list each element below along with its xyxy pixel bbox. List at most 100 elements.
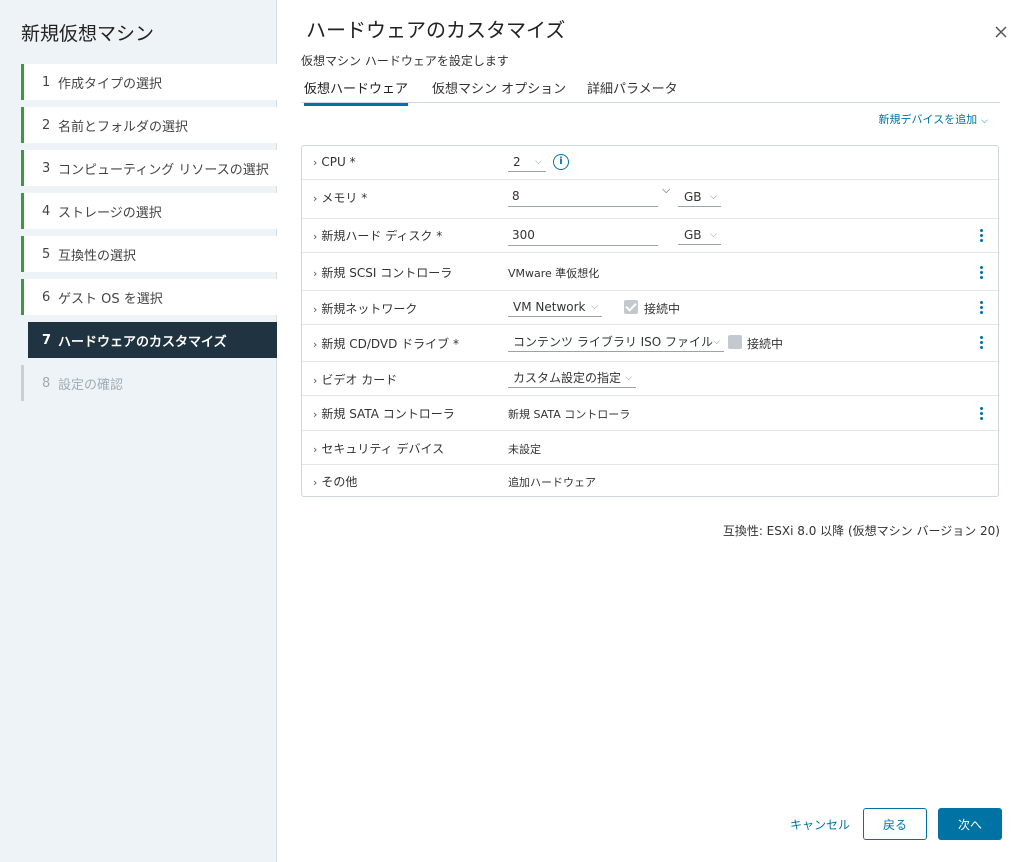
network-connected-label: 接続中 [644, 302, 681, 316]
cpu-select[interactable]: 2 ⌵ [508, 152, 546, 172]
disk-unit: GB [684, 228, 702, 242]
memory-unit: GB [684, 190, 702, 204]
network-select[interactable]: VM Network ⌵ [508, 297, 602, 317]
hw-row-cddvd: › 新規 CD/DVD ドライブ * コンテンツ ライブラリ ISO ファイル ⌵ … [302, 325, 998, 362]
scsi-value: VMware 準仮想化 [508, 267, 600, 280]
chevron-right-icon: › [313, 303, 318, 316]
step-6[interactable]: 6 ゲスト OS を選択 [21, 279, 277, 315]
more-actions-icon[interactable] [980, 301, 984, 316]
hardware-list: › CPU * 2 ⌵ i › メモリ * 8 ⌵ GB ⌵ › 新規ハード ディスク *… [301, 145, 999, 497]
chevron-right-icon: › [313, 192, 318, 205]
chevron-right-icon: › [313, 476, 318, 489]
info-icon[interactable]: i [553, 154, 569, 170]
hw-label: セキュリティ デバイス [321, 442, 445, 456]
step-number: 1 [42, 74, 51, 90]
disk-size-input[interactable]: 300 [508, 224, 658, 246]
memory-unit-select[interactable]: GB ⌵ [678, 187, 721, 207]
step-label: 作成タイプの選択 [58, 76, 163, 92]
wizard-steps: 1 作成タイプの選択 2 名前とフォルダの選択 3 コンピューティング リソースの選択… [21, 64, 277, 408]
step-5[interactable]: 5 互換性の選択 [21, 236, 277, 272]
other-value: 追加ハードウェア [508, 476, 596, 489]
step-label: 互換性の選択 [58, 248, 137, 264]
chevron-right-icon: › [313, 443, 318, 456]
chevron-down-icon: ⌵ [710, 192, 717, 202]
step-number: 7 [42, 332, 52, 348]
step-3[interactable]: 3 コンピューティング リソースの選択 [21, 150, 277, 186]
hw-row-toggle[interactable]: › 新規ネットワーク [313, 300, 417, 317]
wizard-title: 新規仮想マシン [21, 23, 155, 45]
step-label: ハードウェアのカスタマイズ [58, 334, 227, 350]
add-device-button[interactable]: 新規デバイスを追加 ⌵ [879, 111, 989, 127]
cddvd-source-select[interactable]: コンテンツ ライブラリ ISO ファイル ⌵ [508, 332, 724, 352]
chevron-down-icon: ⌵ [591, 302, 598, 312]
back-button[interactable]: 戻る [863, 808, 927, 840]
step-1[interactable]: 1 作成タイプの選択 [21, 64, 277, 100]
more-actions-icon[interactable] [980, 229, 984, 244]
chevron-down-icon: ⌵ [625, 373, 632, 383]
step-2[interactable]: 2 名前とフォルダの選択 [21, 107, 277, 143]
memory-input[interactable]: 8 [508, 185, 658, 207]
hw-row-other: › その他 追加ハードウェア [302, 465, 998, 496]
tab-advanced-parameters[interactable]: 詳細パラメータ [587, 78, 678, 103]
tab-vm-options[interactable]: 仮想マシン オプション [432, 78, 566, 103]
network-connected-checkbox[interactable] [624, 300, 638, 314]
next-button[interactable]: 次へ [938, 808, 1002, 840]
hw-label: 新規 SCSI コントローラ [321, 266, 453, 280]
chevron-right-icon: › [313, 230, 318, 243]
hw-label: CPU * [321, 155, 356, 169]
step-label: ゲスト OS を選択 [58, 291, 163, 307]
chevron-down-icon: ⌵ [535, 157, 542, 167]
cpu-value: 2 [513, 155, 521, 169]
chevron-down-icon: ⌵ [713, 337, 720, 347]
add-device-label: 新規デバイスを追加 [878, 113, 978, 126]
step-number: 2 [42, 117, 51, 133]
hw-label: 新規ハード ディスク * [321, 229, 443, 243]
hw-row-cpu: › CPU * 2 ⌵ i [302, 146, 998, 180]
page-title: ハードウェアのカスタマイズ [306, 18, 566, 42]
hw-row-memory: › メモリ * 8 ⌵ GB ⌵ [302, 180, 998, 219]
hw-row-sata: › 新規 SATA コントローラ 新規 SATA コントローラ [302, 396, 998, 431]
hw-row-toggle[interactable]: › その他 [313, 473, 357, 490]
page-subtitle: 仮想マシン ハードウェアを設定します [301, 54, 509, 68]
hw-row-toggle[interactable]: › 新規 CD/DVD ドライブ * [313, 335, 459, 352]
more-actions-icon[interactable] [980, 336, 984, 351]
chevron-right-icon: › [313, 338, 318, 351]
hw-label: ビデオ カード [321, 373, 398, 387]
video-select[interactable]: カスタム設定の指定 ⌵ [508, 368, 636, 388]
cancel-button[interactable]: キャンセル [790, 816, 850, 833]
tab-bar: 仮想ハードウェア 仮想マシン オプション 詳細パラメータ [301, 70, 1000, 106]
wizard-sidebar: 新規仮想マシン 1 作成タイプの選択 2 名前とフォルダの選択 3 コンピューティング… [0, 0, 277, 862]
hw-row-toggle[interactable]: › ビデオ カード [313, 371, 397, 388]
chevron-down-icon: ⌵ [981, 116, 988, 126]
more-actions-icon[interactable] [980, 407, 984, 422]
chevron-down-icon: ⌵ [710, 230, 717, 240]
cddvd-connected-checkbox[interactable] [728, 335, 742, 349]
step-7-active[interactable]: 7 ハードウェアのカスタマイズ [28, 322, 277, 358]
more-actions-icon[interactable] [980, 266, 984, 281]
hw-row-security: › セキュリティ デバイス 未設定 [302, 431, 998, 465]
memory-dropdown-chevron-icon[interactable]: ⌵ [662, 183, 670, 197]
hw-row-toggle[interactable]: › メモリ * [313, 189, 367, 206]
step-8-disabled: 8 設定の確認 [21, 365, 277, 401]
hw-row-toggle[interactable]: › 新規 SCSI コントローラ [313, 264, 452, 281]
hw-row-toggle[interactable]: › 新規 SATA コントローラ [313, 405, 455, 422]
step-label: コンピューティング リソースの選択 [58, 162, 269, 178]
compatibility-text: 互換性: ESXi 8.0 以降 (仮想マシン バージョン 20) [722, 524, 1000, 538]
network-value: VM Network [513, 300, 586, 314]
hw-row-network: › 新規ネットワーク VM Network ⌵ 接続中 [302, 291, 998, 325]
step-label: 名前とフォルダの選択 [58, 119, 189, 135]
hw-row-video: › ビデオ カード カスタム設定の指定 ⌵ [302, 362, 998, 396]
step-4[interactable]: 4 ストレージの選択 [21, 193, 277, 229]
hw-row-toggle[interactable]: › 新規ハード ディスク * [313, 227, 442, 244]
hw-row-toggle[interactable]: › セキュリティ デバイス [313, 440, 444, 457]
hw-row-toggle[interactable]: › CPU * [313, 155, 356, 169]
hw-label: メモリ * [321, 191, 368, 205]
tab-virtual-hardware[interactable]: 仮想ハードウェア [304, 78, 409, 106]
step-number: 5 [42, 246, 51, 262]
close-icon[interactable] [993, 24, 1009, 40]
hw-row-hard-disk: › 新規ハード ディスク * 300 GB ⌵ [302, 219, 998, 253]
chevron-right-icon: › [313, 156, 318, 169]
security-value: 未設定 [508, 443, 541, 456]
disk-unit-select[interactable]: GB ⌵ [678, 225, 721, 245]
cddvd-value: コンテンツ ライブラリ ISO ファイル [513, 335, 714, 349]
